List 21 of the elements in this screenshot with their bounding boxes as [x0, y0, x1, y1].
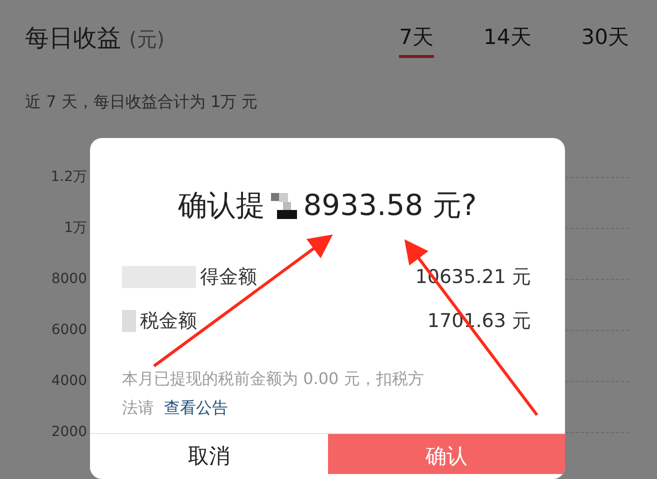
period-tab[interactable]: 7天	[399, 18, 434, 58]
announcement-link[interactable]: 查看公告	[164, 398, 228, 417]
withdraw-amount: 8933.58 元?	[303, 187, 477, 224]
unit-label: (元)	[129, 26, 165, 53]
axis-label: 4000	[50, 373, 87, 389]
tax-note: 本月已提现的税前金额为 0.00 元，扣税方法请 查看公告	[121, 368, 425, 419]
axis-label: 8000	[50, 271, 87, 287]
period-tab[interactable]: 14天	[484, 18, 532, 58]
dialog-title: 确认提	[178, 187, 266, 224]
period-tab[interactable]: 30天	[581, 18, 629, 58]
summary-text: 近 7 天，每日收益合计为 1万 元	[25, 92, 259, 113]
axis-label: 2000	[50, 424, 87, 440]
pixelated-block	[271, 193, 298, 219]
axis-label: 6000	[50, 322, 87, 338]
section-title: 每日收益	[25, 23, 121, 54]
pixelated-block	[122, 310, 136, 332]
axis-label: 1万	[63, 219, 87, 237]
amount-label: 税金额	[140, 309, 197, 334]
confirm-button[interactable]: 确认	[328, 434, 565, 474]
axis-label: 1.2万	[50, 168, 87, 186]
amount-label: 得金额	[200, 265, 257, 290]
